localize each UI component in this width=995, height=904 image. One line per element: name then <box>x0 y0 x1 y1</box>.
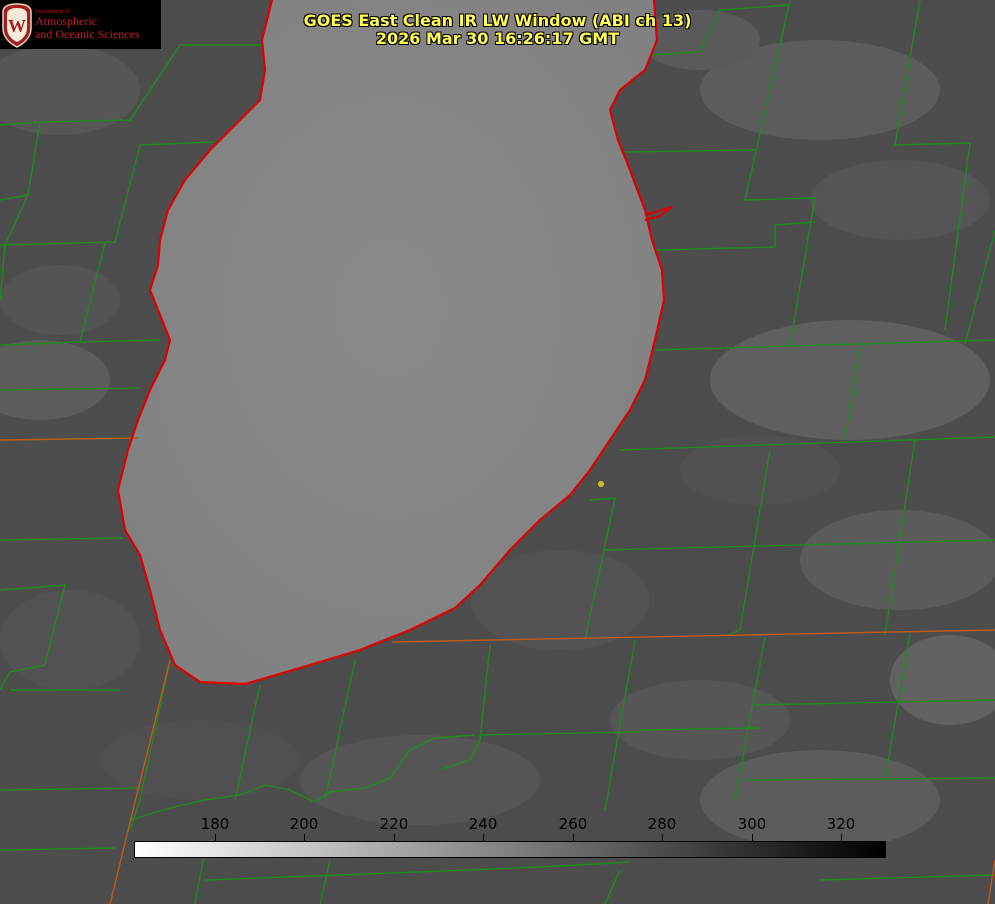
colorbar-tick-mark <box>662 834 663 841</box>
colorbar-tick-mark <box>304 834 305 841</box>
uw-crest-icon: W <box>2 3 32 48</box>
colorbar-tick-label: 260 <box>558 815 588 833</box>
image-title: GOES East Clean IR LW Window (ABI ch 13) <box>303 11 692 30</box>
colorbar-tick-mark <box>394 834 395 841</box>
colorbar-tick-mark <box>483 834 484 841</box>
colorbar-tick-mark <box>841 834 842 841</box>
colorbar-tick-label: 240 <box>468 815 498 833</box>
colorbar-tick-label: 320 <box>826 815 856 833</box>
colorbar-tick-mark <box>752 834 753 841</box>
aos-logo: W Department of Atmospheric and Oceanic … <box>0 0 161 49</box>
colorbar-tick-label: 300 <box>737 815 767 833</box>
station-marker <box>598 481 604 487</box>
colorbar-tick-label: 180 <box>200 815 230 833</box>
colorbar-tick-label: 220 <box>379 815 409 833</box>
colorbar-tick-label: 200 <box>289 815 319 833</box>
temperature-colorbar <box>134 841 886 858</box>
logo-line2: and Oceanic Sciences <box>35 27 140 41</box>
crest-letter: W <box>8 16 26 36</box>
satellite-map <box>0 0 995 904</box>
image-timestamp: 2026 Mar 30 16:26:17 GMT <box>375 29 620 48</box>
colorbar-tick-label: 280 <box>647 815 677 833</box>
colorbar-tick-mark <box>215 834 216 841</box>
colorbar-tick-mark <box>573 834 574 841</box>
